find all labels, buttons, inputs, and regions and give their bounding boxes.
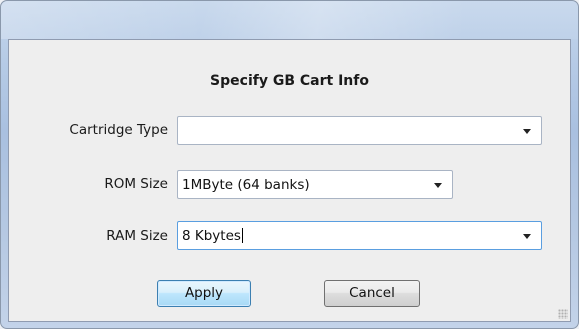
- dialog-content: Specify GB Cart Info Cartridge Type ROM …: [8, 39, 571, 322]
- dialog-heading: Specify GB Cart Info: [210, 73, 369, 89]
- apply-button[interactable]: Apply: [157, 280, 251, 307]
- cartridge-type-label: Cartridge Type: [69, 122, 168, 138]
- rom-size-label: ROM Size: [104, 176, 168, 192]
- ram-size-value: 8 Kbytes: [182, 228, 241, 244]
- cartridge-type-dropdown[interactable]: [177, 116, 542, 145]
- rom-size-dropdown[interactable]: 1MByte (64 banks): [177, 170, 453, 199]
- resize-grip-icon[interactable]: [558, 309, 568, 319]
- chevron-down-icon[interactable]: [523, 129, 531, 134]
- chevron-down-icon[interactable]: [434, 183, 442, 188]
- cancel-button[interactable]: Cancel: [324, 280, 420, 307]
- chevron-down-icon[interactable]: [523, 234, 531, 239]
- title-bar[interactable]: [1, 1, 578, 39]
- dialog-window: Specify GB Cart Info Cartridge Type ROM …: [0, 0, 579, 329]
- rom-size-value: 1MByte (64 banks): [182, 177, 310, 193]
- ram-size-label: RAM Size: [106, 228, 168, 244]
- text-caret: [241, 228, 243, 243]
- ram-size-combobox[interactable]: 8 Kbytes: [177, 221, 542, 250]
